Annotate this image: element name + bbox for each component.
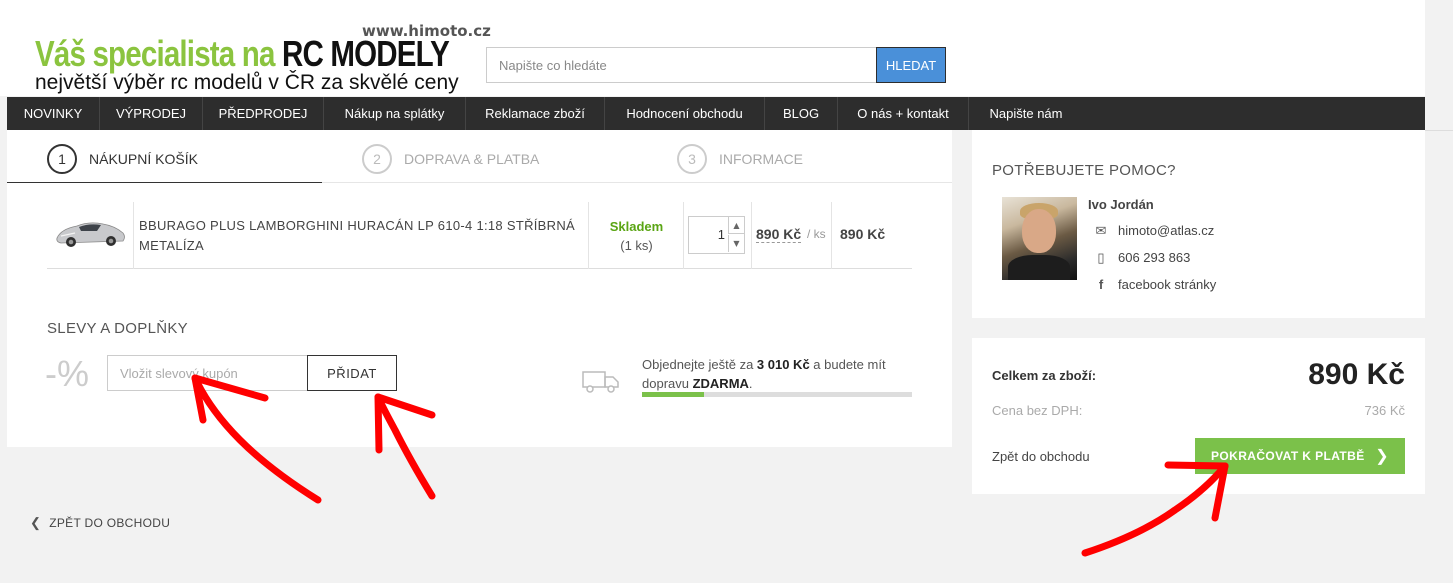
step-number: 2 [362,144,392,174]
price-without-vat-value: 736 Kč [1364,403,1405,418]
stock-quantity: (1 ks) [620,238,653,253]
search-input[interactable] [486,47,877,83]
cart-panel: 1 NÁKUPNÍ KOŠÍK 2 DOPRAVA & PLATBA 3 INF… [7,130,952,447]
nav-item-blog[interactable]: BLOG [765,97,838,130]
shipping-free-word: ZDARMA [692,376,749,391]
order-summary-panel: Celkem za zboží: 890 Kč Cena bez DPH: 73… [972,338,1425,494]
step-label: INFORMACE [719,151,803,167]
quantity-stepper[interactable]: 1 ▲ ▼ [688,216,745,254]
continue-to-payment-button[interactable]: POKRAČOVAT K PLATBĚ ❯ [1195,438,1405,474]
product-name[interactable]: BBURAGO PLUS LAMBORGHINI HURACÁN LP 610-… [139,216,579,256]
free-shipping-progress-fill [642,392,705,397]
item-total-price: 890 Kč [840,226,886,242]
phone-icon: ▯ [1097,250,1105,265]
avatar-body [1008,255,1070,280]
slogan-text: Váš specialista na [35,33,282,74]
site-tagline: největší výběr rc modelů v ČR za skvělé … [35,71,459,94]
total-label: Celkem za zboží: [992,368,1097,383]
stock-info: Skladem (1 ks) [589,217,684,255]
back-to-shop-link[interactable]: Zpět do obchodu [992,449,1090,464]
chevron-up-icon[interactable]: ▲ [728,217,744,234]
total-value: 890 Kč [1308,358,1405,391]
nav-item-reklamace[interactable]: Reklamace zboží [466,97,605,130]
step-label: NÁKUPNÍ KOŠÍK [89,151,198,167]
percent-icon: -% [45,353,89,394]
chevron-left-icon: ❮ [30,515,42,530]
search-button[interactable]: HLEDAT [876,47,946,83]
nav-item-predprodej[interactable]: PŘEDPRODEJ [203,97,324,130]
unit-label: / ks [807,227,826,241]
contact-phone[interactable]: ▯ 606 293 863 [1092,250,1190,266]
divider [1425,130,1453,131]
step-cart[interactable]: 1 NÁKUPNÍ KOŠÍK [47,144,198,174]
nav-item-splatky[interactable]: Nákup na splátky [324,97,466,130]
nav-item-hodnoceni[interactable]: Hodnocení obchodu [605,97,765,130]
main-navigation: NOVINKY VÝPRODEJ PŘEDPRODEJ Nákup na spl… [7,97,1425,130]
site-logo-slogan[interactable]: Váš specialista na RC MODELY [35,33,450,74]
site-header: www.himoto.cz Váš specialista na RC MODE… [0,0,1425,96]
step-information[interactable]: 3 INFORMACE [677,144,803,174]
quantity-input[interactable]: 1 [689,217,725,253]
step-number: 3 [677,144,707,174]
avatar-face [1022,209,1056,253]
contact-email-text: himoto@atlas.cz [1118,223,1215,238]
help-panel: POTŘEBUJETE POMOC? Ivo Jordán ✉ himoto@at… [972,130,1425,318]
stock-status: Skladem [609,219,664,234]
free-shipping-progress [642,392,912,397]
shipping-remaining-amount: 3 010 Kč [756,357,810,372]
price-without-vat-label: Cena bez DPH: [992,403,1083,418]
nav-item-napiste[interactable]: Napište nám [969,97,1083,130]
contact-facebook-text: facebook stránky [1118,277,1217,292]
step-shipping-payment[interactable]: 2 DOPRAVA & PLATBA [362,144,539,174]
nav-item-kontakt[interactable]: O nás + kontakt [838,97,969,130]
unit-price: 890 Kč [756,226,802,243]
cart-item-row: BBURAGO PLUS LAMBORGHINI HURACÁN LP 610-… [47,202,912,269]
contact-phone-text: 606 293 863 [1118,250,1191,265]
avatar [1002,197,1077,280]
continue-button-label: POKRAČOVAT K PLATBĚ [1211,449,1365,463]
truck-icon [582,371,619,393]
step-number: 1 [47,144,77,174]
contact-facebook[interactable]: f facebook stránky [1092,277,1216,292]
discount-section-title: SLEVY A DOPLŇKY [47,320,188,337]
coupon-input[interactable] [107,355,308,391]
chevron-down-icon[interactable]: ▼ [728,235,744,252]
product-image[interactable] [53,212,127,252]
add-coupon-button[interactable]: PŘIDAT [307,355,397,391]
back-to-shop-bottom-link[interactable]: ❮ ZPĚT DO OBCHODU [30,515,170,531]
help-title: POTŘEBUJETE POMOC? [992,162,1176,179]
contact-email[interactable]: ✉ himoto@atlas.cz [1092,223,1215,239]
contact-name: Ivo Jordán [1088,197,1154,212]
mail-icon: ✉ [1095,223,1107,238]
free-shipping-message: Objednejte ještě za 3 010 Kč a budete mí… [642,355,922,393]
facebook-icon: f [1098,277,1104,292]
nav-item-vyprodej[interactable]: VÝPRODEJ [100,97,203,130]
shipping-text-end: . [748,376,753,391]
step-label: DOPRAVA & PLATBA [404,151,540,167]
nav-item-novinky[interactable]: NOVINKY [7,97,100,130]
back-to-shop-bottom-label: ZPĚT DO OBCHODU [49,516,171,530]
shipping-text-before: Objednejte ještě za [642,357,757,372]
chevron-right-icon: ❯ [1375,448,1389,465]
slogan-strong-text: RC MODELY [281,33,450,74]
active-step-underline [7,182,322,183]
